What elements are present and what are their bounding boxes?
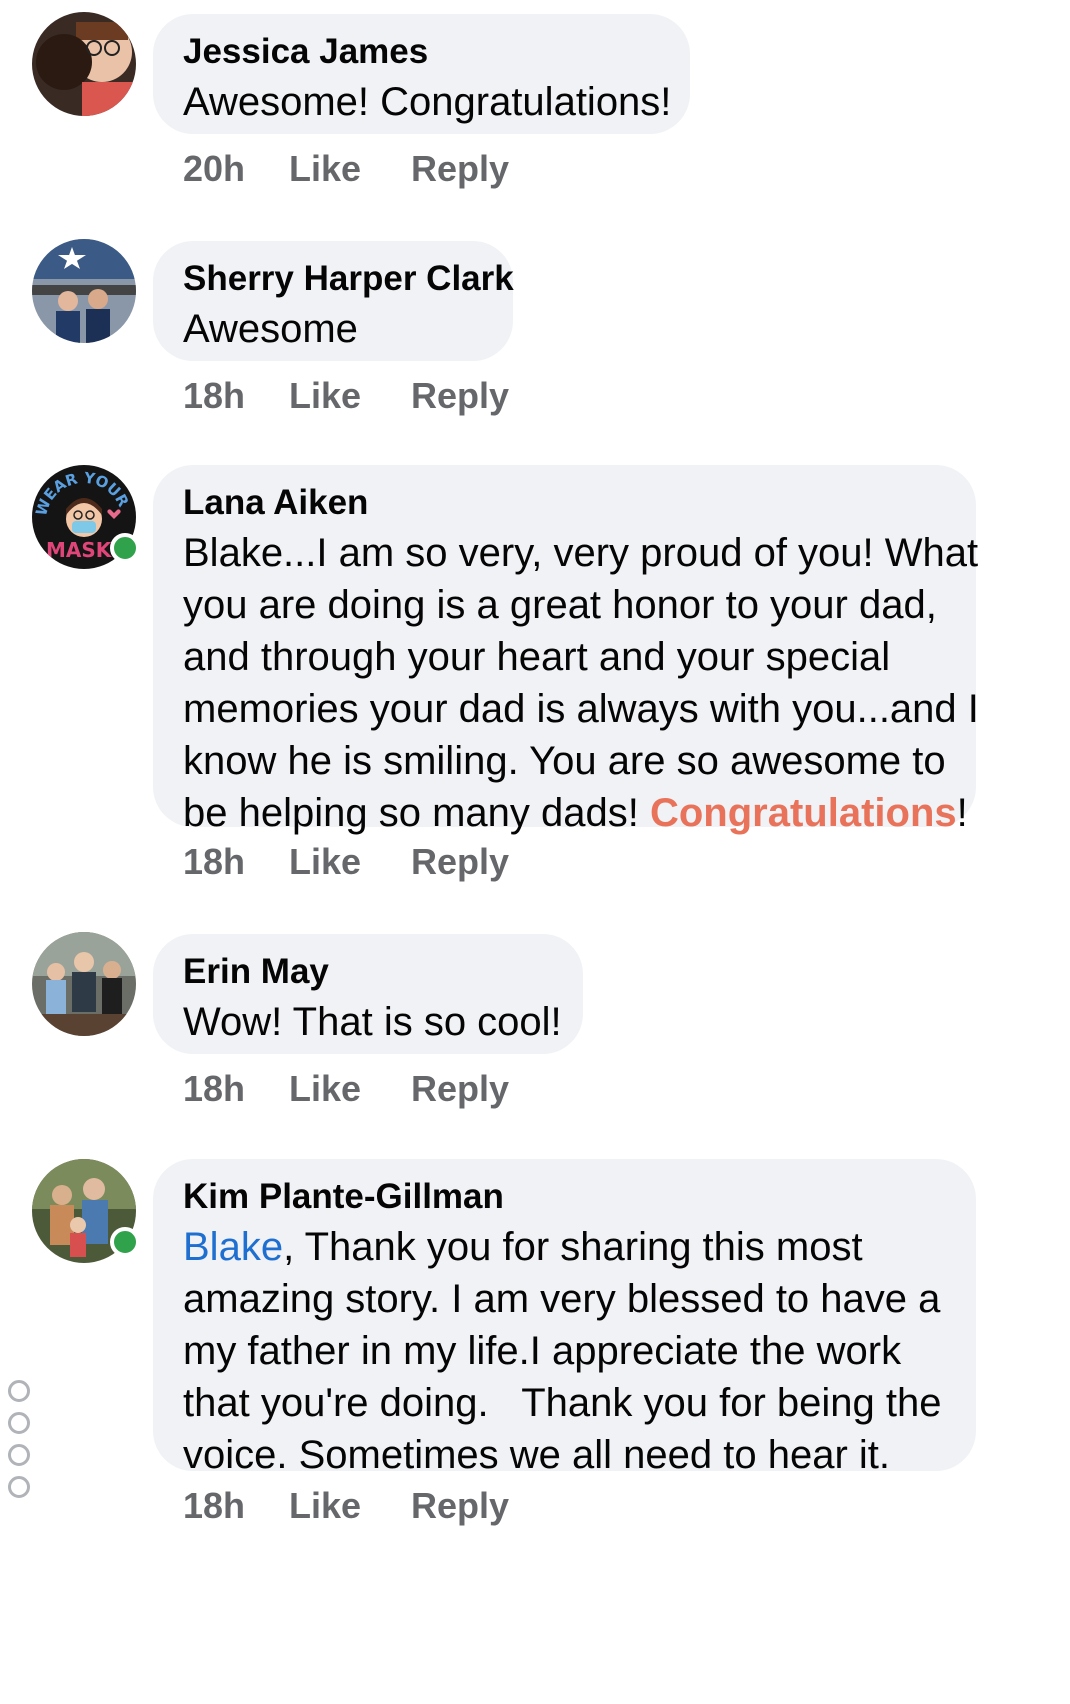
avatar[interactable] <box>32 239 136 343</box>
avatar-wrapper <box>32 1159 140 1263</box>
circle-icon <box>8 1380 30 1402</box>
comment-text-line: Wow! That is so cool! <box>183 1000 562 1044</box>
circle-icon <box>8 1476 30 1498</box>
avatar-text-bottom: MASK <box>46 538 113 562</box>
comment-text-line: and through your heart and your special <box>183 635 891 679</box>
avatar-image <box>32 239 136 343</box>
reply-button[interactable]: Reply <box>411 1068 531 1110</box>
circle-icon <box>8 1444 30 1466</box>
online-status-indicator <box>110 533 140 563</box>
comment-bubble: Jessica James Awesome! Congratulations! <box>153 14 690 134</box>
reply-button[interactable]: Reply <box>411 148 531 190</box>
comment-text-line: Blake, Thank you for sharing this most <box>183 1221 944 1273</box>
reply-button[interactable]: Reply <box>411 841 531 883</box>
comment-bubble: Sherry Harper Clark Awesome <box>153 241 514 361</box>
avatar-image <box>32 12 136 116</box>
comment-author[interactable]: Lana Aiken <box>183 483 944 523</box>
highlighted-word[interactable]: Congratulations <box>650 791 957 835</box>
avatar-wrapper: WEAR YOUR MASK <box>32 465 140 569</box>
side-indicator-circles <box>8 1380 34 1508</box>
comment-text-segment: ! <box>956 791 968 835</box>
comment-text: Wow! That is so cool! <box>183 996 562 1048</box>
comment-author[interactable]: Erin May <box>183 952 551 992</box>
comment-text-segment: be helping so many dads! <box>183 791 650 835</box>
timestamp[interactable]: 20h <box>183 148 289 190</box>
timestamp[interactable]: 18h <box>183 375 289 417</box>
comment-actions: 18h Like Reply <box>183 841 531 883</box>
comment-actions: 18h Like Reply <box>183 1068 531 1110</box>
comment-text: Blake...I am so very, very proud of you!… <box>183 527 979 839</box>
comment-actions: 20h Like Reply <box>183 148 531 190</box>
comment-author[interactable]: Kim Plante-Gillman <box>183 1177 944 1217</box>
comment-bubble: Lana Aiken Blake...I am so very, very pr… <box>153 465 979 835</box>
comment-text: Blake, Thank you for sharing this most a… <box>183 1221 944 1481</box>
comment-text-line: be helping so many dads! Congratulations… <box>183 787 968 839</box>
comment-text-segment: , Thank you for sharing this most <box>283 1225 863 1269</box>
reply-button[interactable]: Reply <box>411 1485 531 1527</box>
comment-text-line: amazing story. I am very blessed to have… <box>183 1277 941 1321</box>
comment-actions: 18h Like Reply <box>183 375 531 417</box>
mention-link[interactable]: Blake <box>183 1225 283 1269</box>
comment-text-line: voice. Sometimes we all need to hear it. <box>183 1433 891 1477</box>
circle-icon <box>8 1412 30 1434</box>
comment-text-line: you are doing is a great honor to your d… <box>183 583 937 627</box>
comment-bubble: Kim Plante-Gillman Blake, Thank you for … <box>153 1159 976 1477</box>
timestamp[interactable]: 18h <box>183 1068 289 1110</box>
comment-text-line: Awesome <box>183 307 358 351</box>
comment-text-line: my father in my life.I appreciate the wo… <box>183 1329 902 1373</box>
comment-text-line: Blake...I am so very, very proud of you!… <box>183 531 979 575</box>
comment-text-line: memories your dad is always with you...a… <box>183 687 979 731</box>
comment-text-line: Awesome! Congratulations! <box>183 80 672 124</box>
timestamp[interactable]: 18h <box>183 841 289 883</box>
comment-text: Awesome <box>183 303 481 355</box>
comment-text: Awesome! Congratulations! <box>183 76 672 128</box>
comment-author[interactable]: Jessica James <box>183 32 658 72</box>
comment-bubble: Erin May Wow! That is so cool! <box>153 934 583 1054</box>
avatar[interactable] <box>32 932 136 1036</box>
comment-actions: 18h Like Reply <box>183 1485 531 1527</box>
reply-button[interactable]: Reply <box>411 375 531 417</box>
timestamp[interactable]: 18h <box>183 1485 289 1527</box>
avatar[interactable] <box>32 12 136 116</box>
comment-text-line: know he is smiling. You are so awesome t… <box>183 739 946 783</box>
comment-text-line: that you're doing. Thank you for being t… <box>183 1381 942 1425</box>
like-button[interactable]: Like <box>289 1485 411 1527</box>
like-button[interactable]: Like <box>289 1068 411 1110</box>
like-button[interactable]: Like <box>289 841 411 883</box>
avatar-image <box>32 932 136 1036</box>
like-button[interactable]: Like <box>289 375 411 417</box>
comment-author[interactable]: Sherry Harper Clark <box>183 259 514 299</box>
like-button[interactable]: Like <box>289 148 411 190</box>
online-status-indicator <box>110 1227 140 1257</box>
